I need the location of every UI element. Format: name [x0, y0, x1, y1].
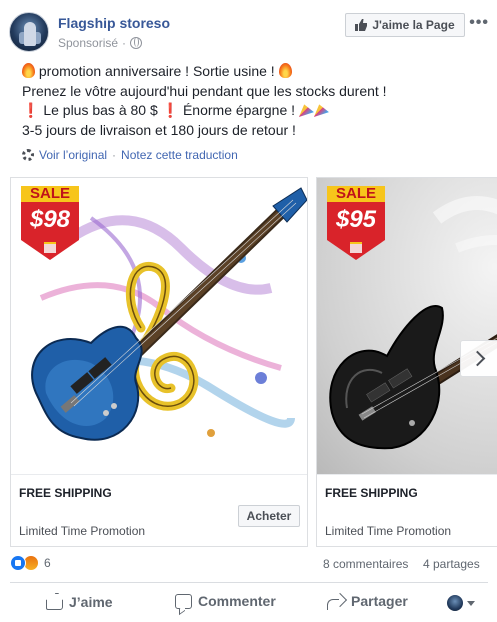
buy-button[interactable]: Acheter [238, 505, 300, 527]
engagement-stats: 6 8 commentaires 4 partages [10, 553, 488, 575]
thumbs-up-icon [355, 19, 368, 31]
page-avatar[interactable] [9, 12, 49, 52]
exclamation-icon: ❗ [22, 102, 40, 118]
separator: · [112, 148, 117, 162]
like-label: J’aime [69, 593, 113, 610]
post-line-1-text: promotion anniversaire ! Sortie usine ! [38, 63, 275, 79]
like-button[interactable]: J’aime [46, 593, 113, 610]
sponsored-label[interactable]: Sponsorisé · [58, 36, 143, 50]
sale-label: SALE [327, 186, 385, 202]
globe-icon [130, 37, 143, 49]
card-promo: Limited Time Promotion [19, 524, 146, 538]
carousel-next-chevron-icon[interactable] [460, 340, 497, 377]
globe-icon: · [122, 36, 127, 50]
card-footer: FREE SHIPPING Limited Time Promotion [317, 474, 497, 546]
post-header: Flagship storeso Sponsorisé · J'aime la … [9, 12, 497, 56]
fire-icon [22, 63, 35, 78]
shares-count-link[interactable]: 4 partages [423, 557, 480, 571]
sale-label: SALE [21, 186, 79, 202]
comment-icon [175, 593, 192, 609]
card-promo: Limited Time Promotion [325, 524, 452, 538]
thumbs-up-icon [46, 593, 63, 610]
party-popper-icon [313, 104, 329, 117]
gift-icon [21, 240, 79, 260]
sale-badge: SALE $98 [21, 186, 79, 260]
product-image[interactable]: SALE $95 [317, 178, 497, 474]
share-label: Partager [351, 593, 408, 609]
post-line-3a-text: Le plus bas à 80 $ [43, 102, 158, 118]
translation-bar: Voir l’original · Notez cette traduction [22, 148, 238, 162]
comments-count-link[interactable]: 8 commentaires [323, 557, 408, 571]
avatar [447, 595, 463, 611]
reaction-count: 6 [44, 556, 51, 570]
like-page-button[interactable]: J'aime la Page [345, 13, 465, 37]
like-reaction-icon [10, 555, 26, 571]
like-page-label: J'aime la Page [372, 18, 455, 32]
post-line-3: ❗ Le plus bas à 80 $ ❗ Énorme épargne ! [22, 101, 482, 121]
sale-badge: SALE $95 [327, 186, 385, 260]
post-line-3b-text: Énorme épargne ! [182, 102, 296, 118]
product-carousel: SALE $98 FREE SHIPPING Limited Time Prom… [10, 177, 497, 547]
comment-button[interactable]: Commenter [175, 593, 276, 609]
post-line-1: promotion anniversaire ! Sortie usine ! [22, 62, 482, 82]
product-image[interactable]: SALE $98 [11, 178, 307, 474]
carousel-card[interactable]: SALE $98 FREE SHIPPING Limited Time Prom… [10, 177, 308, 547]
exclamation-icon: ❗ [161, 102, 180, 118]
comment-label: Commenter [198, 593, 276, 609]
rate-translation-link[interactable]: Notez cette traduction [121, 148, 238, 162]
identity-selector[interactable] [447, 595, 475, 611]
post-line-4: 3-5 jours de livraison et 180 jours de r… [22, 121, 296, 138]
gear-icon[interactable] [22, 149, 34, 161]
page-name-link[interactable]: Flagship storeso [58, 15, 170, 31]
card-footer: FREE SHIPPING Limited Time Promotion Ach… [11, 474, 307, 546]
post-line-2: Prenez le vôtre aujourd'hui pendant que … [22, 82, 387, 99]
post-message: promotion anniversaire ! Sortie usine ! … [22, 62, 482, 140]
gift-icon [327, 240, 385, 260]
share-icon [327, 594, 345, 610]
card-shipping: FREE SHIPPING [325, 486, 418, 500]
sponsored-text: Sponsorisé [58, 36, 119, 50]
reactions-summary[interactable]: 6 [10, 555, 51, 571]
card-shipping: FREE SHIPPING [19, 486, 112, 500]
caret-down-icon [467, 600, 475, 606]
action-bar: J’aime Commenter Partager [10, 586, 488, 620]
sale-price: $98 [21, 202, 79, 240]
share-button[interactable]: Partager [327, 593, 408, 610]
sale-price: $95 [327, 202, 385, 240]
more-options-icon[interactable]: ••• [469, 14, 489, 32]
divider [10, 582, 488, 583]
see-original-link[interactable]: Voir l’original [39, 148, 107, 162]
party-popper-icon [298, 104, 314, 117]
fire-icon [278, 63, 292, 78]
